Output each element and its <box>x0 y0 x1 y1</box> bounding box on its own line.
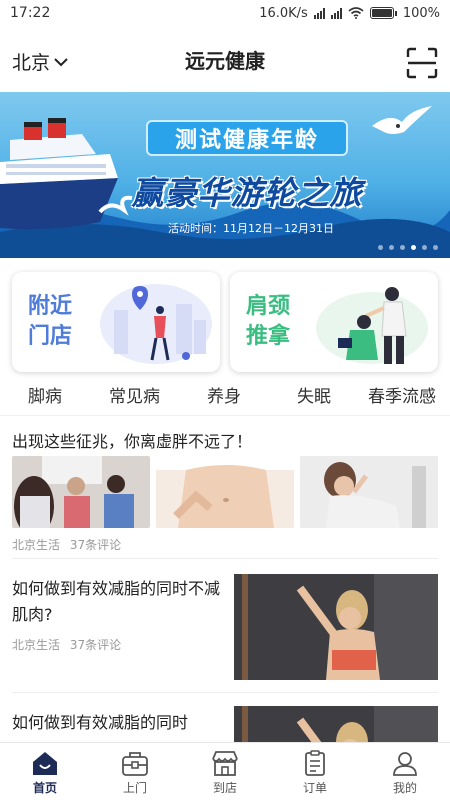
article-meta: 北京生活 37条评论 <box>12 536 121 553</box>
article-title[interactable]: 如何做到有效减脂的同时不减肌肉? <box>12 576 222 628</box>
pagination-dot[interactable] <box>411 245 416 250</box>
nav-orders[interactable]: 订单 <box>270 743 360 800</box>
article-images[interactable] <box>12 456 438 528</box>
tab-foot-disease[interactable]: 脚病 <box>28 382 62 407</box>
article-image <box>300 456 438 528</box>
toolbox-icon <box>122 752 148 776</box>
nav-in-store[interactable]: 到店 <box>180 743 270 800</box>
promo-banner[interactable]: 测试健康年龄 赢豪华游轮之旅 活动时间：11月12日－12月31日 <box>0 92 450 258</box>
home-icon <box>33 752 57 775</box>
article-thumbnail[interactable] <box>234 706 438 742</box>
nearby-store-card[interactable]: 附近 门店 <box>12 272 220 372</box>
nav-home-service[interactable]: 上门 <box>90 743 180 800</box>
pagination-dot[interactable] <box>433 245 438 250</box>
scan-icon[interactable] <box>406 47 438 79</box>
massage-card[interactable]: 肩颈 推拿 <box>230 272 438 372</box>
city-label: 北京 <box>12 52 51 74</box>
app-header: 北京 远元健康 <box>0 26 450 92</box>
bottom-nav: 首页 上门 到店 订单 我的 <box>0 742 450 800</box>
article-image <box>156 456 294 528</box>
article-comments: 37条评论 <box>69 638 122 652</box>
article-source: 北京生活 <box>12 538 61 552</box>
category-tabs: 脚病 常见病 养身 失眠 春季流感 <box>0 372 450 416</box>
article-meta: 北京生活 37条评论 <box>12 636 121 653</box>
battery-level: 100% <box>402 5 440 21</box>
signal-icon <box>330 7 342 19</box>
store-icon <box>212 751 238 776</box>
banner-pagination <box>378 245 438 250</box>
tab-common-disease[interactable]: 常见病 <box>109 382 160 407</box>
banner-headline: 赢豪华游轮之旅 <box>131 174 363 212</box>
wifi-icon <box>348 7 364 19</box>
battery-icon <box>369 7 397 19</box>
status-bar: 17:22 16.0K/s 100% <box>0 0 450 26</box>
tab-health-care[interactable]: 养身 <box>207 382 241 407</box>
city-selector[interactable]: 北京 <box>12 48 68 75</box>
article-title[interactable]: 如何做到有效减脂的同时 <box>12 710 222 736</box>
network-speed: 16.0K/s <box>259 5 308 21</box>
nav-label: 首页 <box>32 781 57 795</box>
nav-label: 到店 <box>212 781 237 795</box>
article-feed: 出现这些征兆，你离虚胖不远了！ 北京生活 37条评论 如何做到有效减脂的同时不减… <box>0 416 450 742</box>
nav-label: 上门 <box>122 781 147 795</box>
signal-icon <box>313 7 325 19</box>
pagination-dot[interactable] <box>400 245 405 250</box>
page-title: 远元健康 <box>185 48 265 73</box>
status-indicators: 16.0K/s 100% <box>259 6 440 21</box>
clipboard-icon <box>305 750 325 776</box>
pagination-dot[interactable] <box>378 245 383 250</box>
user-icon <box>393 752 417 776</box>
status-time: 17:22 <box>10 5 51 21</box>
article-image <box>12 456 150 528</box>
service-cards: 附近 门店 肩颈 推拿 <box>12 272 438 372</box>
map-pin-illustration <box>100 284 212 364</box>
pagination-dot[interactable] <box>389 245 394 250</box>
banner-tag: 测试健康年龄 <box>146 120 348 156</box>
tab-spring-flu[interactable]: 春季流感 <box>368 382 436 407</box>
banner-time: 活动时间：11月12日－12月31日 <box>168 222 334 235</box>
divider <box>12 558 438 559</box>
article-title[interactable]: 出现这些征兆，你离虚胖不远了！ <box>12 428 252 452</box>
article-thumbnail[interactable] <box>234 574 438 680</box>
nav-home[interactable]: 首页 <box>0 743 90 800</box>
nav-profile[interactable]: 我的 <box>360 743 450 800</box>
tab-insomnia[interactable]: 失眠 <box>297 382 331 407</box>
chevron-down-icon <box>54 57 68 66</box>
card-label: 附近 门店 <box>28 294 73 349</box>
article-comments: 37条评论 <box>69 538 122 552</box>
nav-label: 订单 <box>302 781 327 795</box>
pagination-dot[interactable] <box>422 245 427 250</box>
card-label: 肩颈 推拿 <box>246 294 291 349</box>
article-source: 北京生活 <box>12 638 61 652</box>
nav-label: 我的 <box>392 781 417 795</box>
massage-illustration <box>316 287 428 364</box>
divider <box>12 692 438 693</box>
